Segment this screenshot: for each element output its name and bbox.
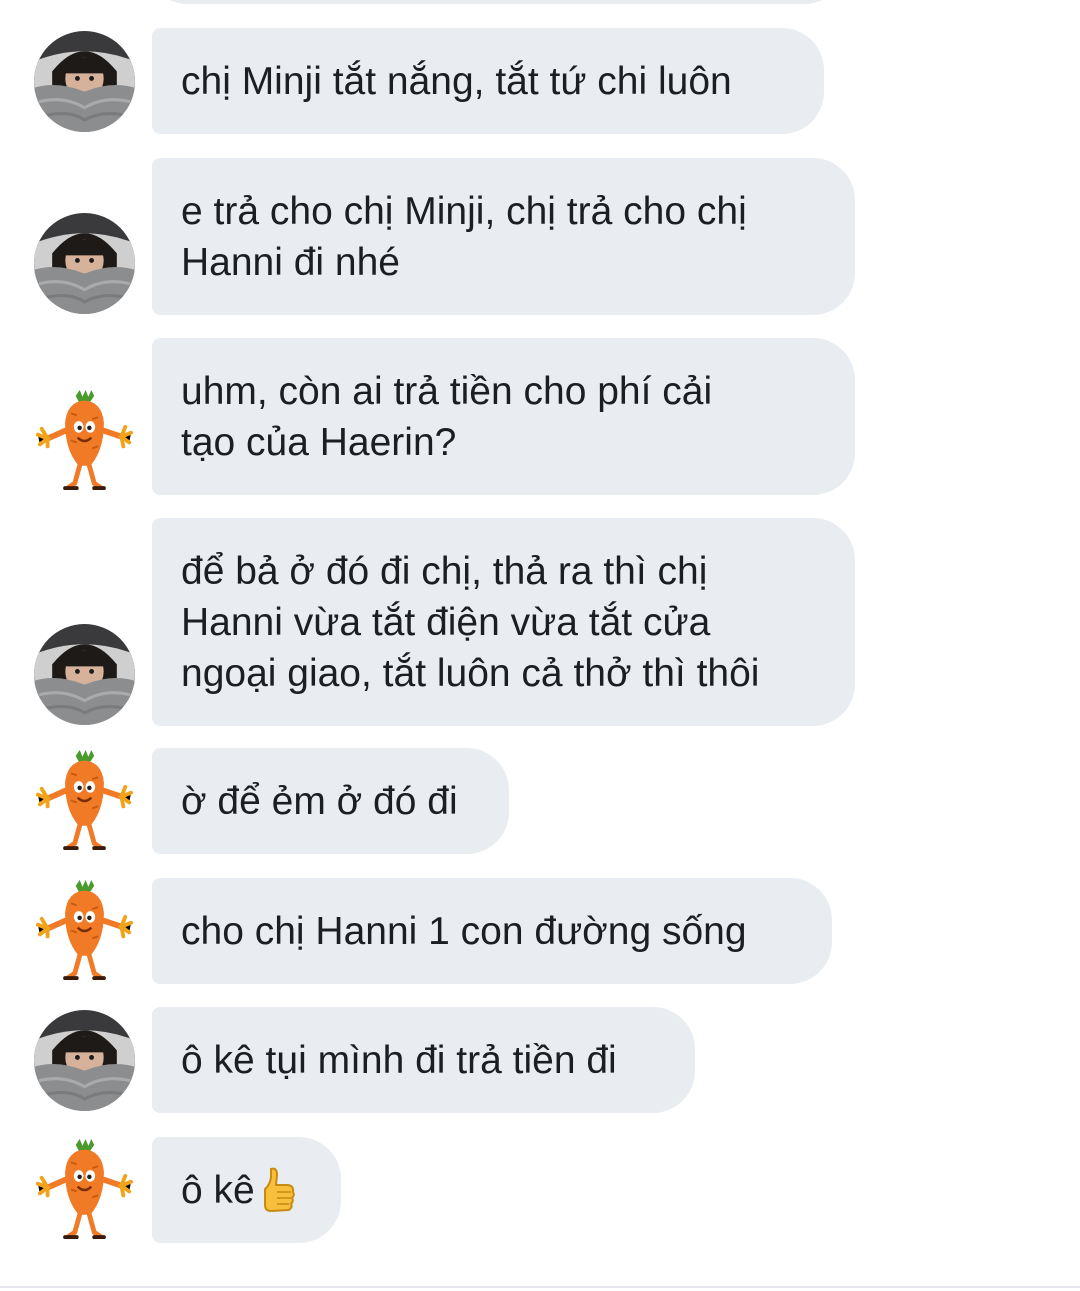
girl-avatar[interactable] <box>34 624 135 725</box>
message-text: e trả cho chị Minji, chị trả cho chị Han… <box>181 189 747 284</box>
girl-avatar[interactable] <box>34 1010 135 1111</box>
carrot-sticker-avatar[interactable] <box>34 880 135 981</box>
message-text: ờ để ẻm ở đó đi <box>181 779 458 823</box>
thumbs-up-icon <box>257 1165 297 1215</box>
message-row: e trả cho chị Minji, chị trả cho chị Han… <box>0 158 1080 315</box>
carrot-sticker-avatar[interactable] <box>34 750 135 851</box>
girl-avatar[interactable] <box>34 213 135 314</box>
message-bubble[interactable]: uhm, còn ai trả tiền cho phí cải tạo của… <box>152 338 855 495</box>
message-text: ô kê tụi mình đi trả tiền đi <box>181 1038 617 1082</box>
previous-message-bubble[interactable] <box>152 0 840 4</box>
message-text: ô kê <box>181 1168 255 1212</box>
message-bubble[interactable]: ô kê tụi mình đi trả tiền đi <box>152 1007 695 1113</box>
girl-avatar[interactable] <box>34 31 135 132</box>
chat-thread: chị Minji tắt nắng, tắt tứ chi luôn e tr… <box>0 0 1080 1291</box>
message-bubble[interactable]: chị Minji tắt nắng, tắt tứ chi luôn <box>152 28 824 134</box>
message-row: uhm, còn ai trả tiền cho phí cải tạo của… <box>0 338 1080 495</box>
message-row: ờ để ẻm ở đó đi <box>0 748 1080 854</box>
carrot-sticker-avatar[interactable] <box>60 0 110 4</box>
message-bubble[interactable]: e trả cho chị Minji, chị trả cho chị Han… <box>152 158 855 315</box>
message-row: để bả ở đó đi chị, thả ra thì chị Hanni … <box>0 518 1080 726</box>
message-row: ô kê tụi mình đi trả tiền đi <box>0 1007 1080 1113</box>
message-bubble[interactable]: cho chị Hanni 1 con đường sống <box>152 878 832 984</box>
message-bubble[interactable]: ờ để ẻm ở đó đi <box>152 748 509 854</box>
message-row: ô kê <box>0 1137 1080 1243</box>
message-bubble[interactable]: ô kê <box>152 1137 341 1243</box>
divider <box>0 1286 1080 1288</box>
message-row: cho chị Hanni 1 con đường sống <box>0 878 1080 984</box>
message-text: uhm, còn ai trả tiền cho phí cải tạo của… <box>181 369 713 464</box>
carrot-sticker-avatar[interactable] <box>34 1139 135 1240</box>
message-row: chị Minji tắt nắng, tắt tứ chi luôn <box>0 28 1080 134</box>
message-text: cho chị Hanni 1 con đường sống <box>181 909 747 953</box>
message-bubble[interactable]: để bả ở đó đi chị, thả ra thì chị Hanni … <box>152 518 855 726</box>
message-text: để bả ở đó đi chị, thả ra thì chị Hanni … <box>181 549 760 695</box>
carrot-sticker-avatar[interactable] <box>34 390 135 491</box>
message-text: chị Minji tắt nắng, tắt tứ chi luôn <box>181 59 732 103</box>
